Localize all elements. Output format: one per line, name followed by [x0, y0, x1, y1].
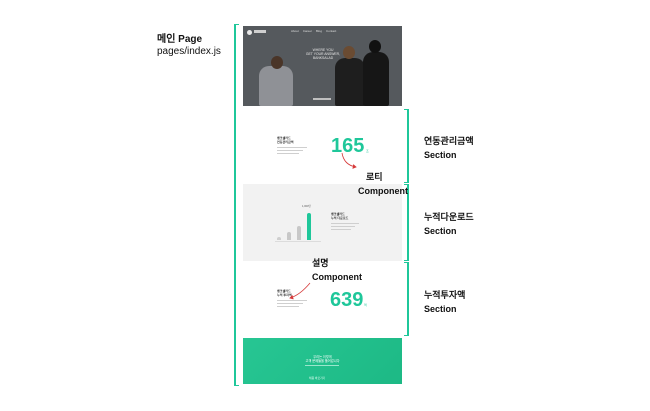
- arrow-icon: [341, 152, 357, 169]
- annotation-arrows: [289, 152, 357, 300]
- arrow-icon: [289, 282, 311, 300]
